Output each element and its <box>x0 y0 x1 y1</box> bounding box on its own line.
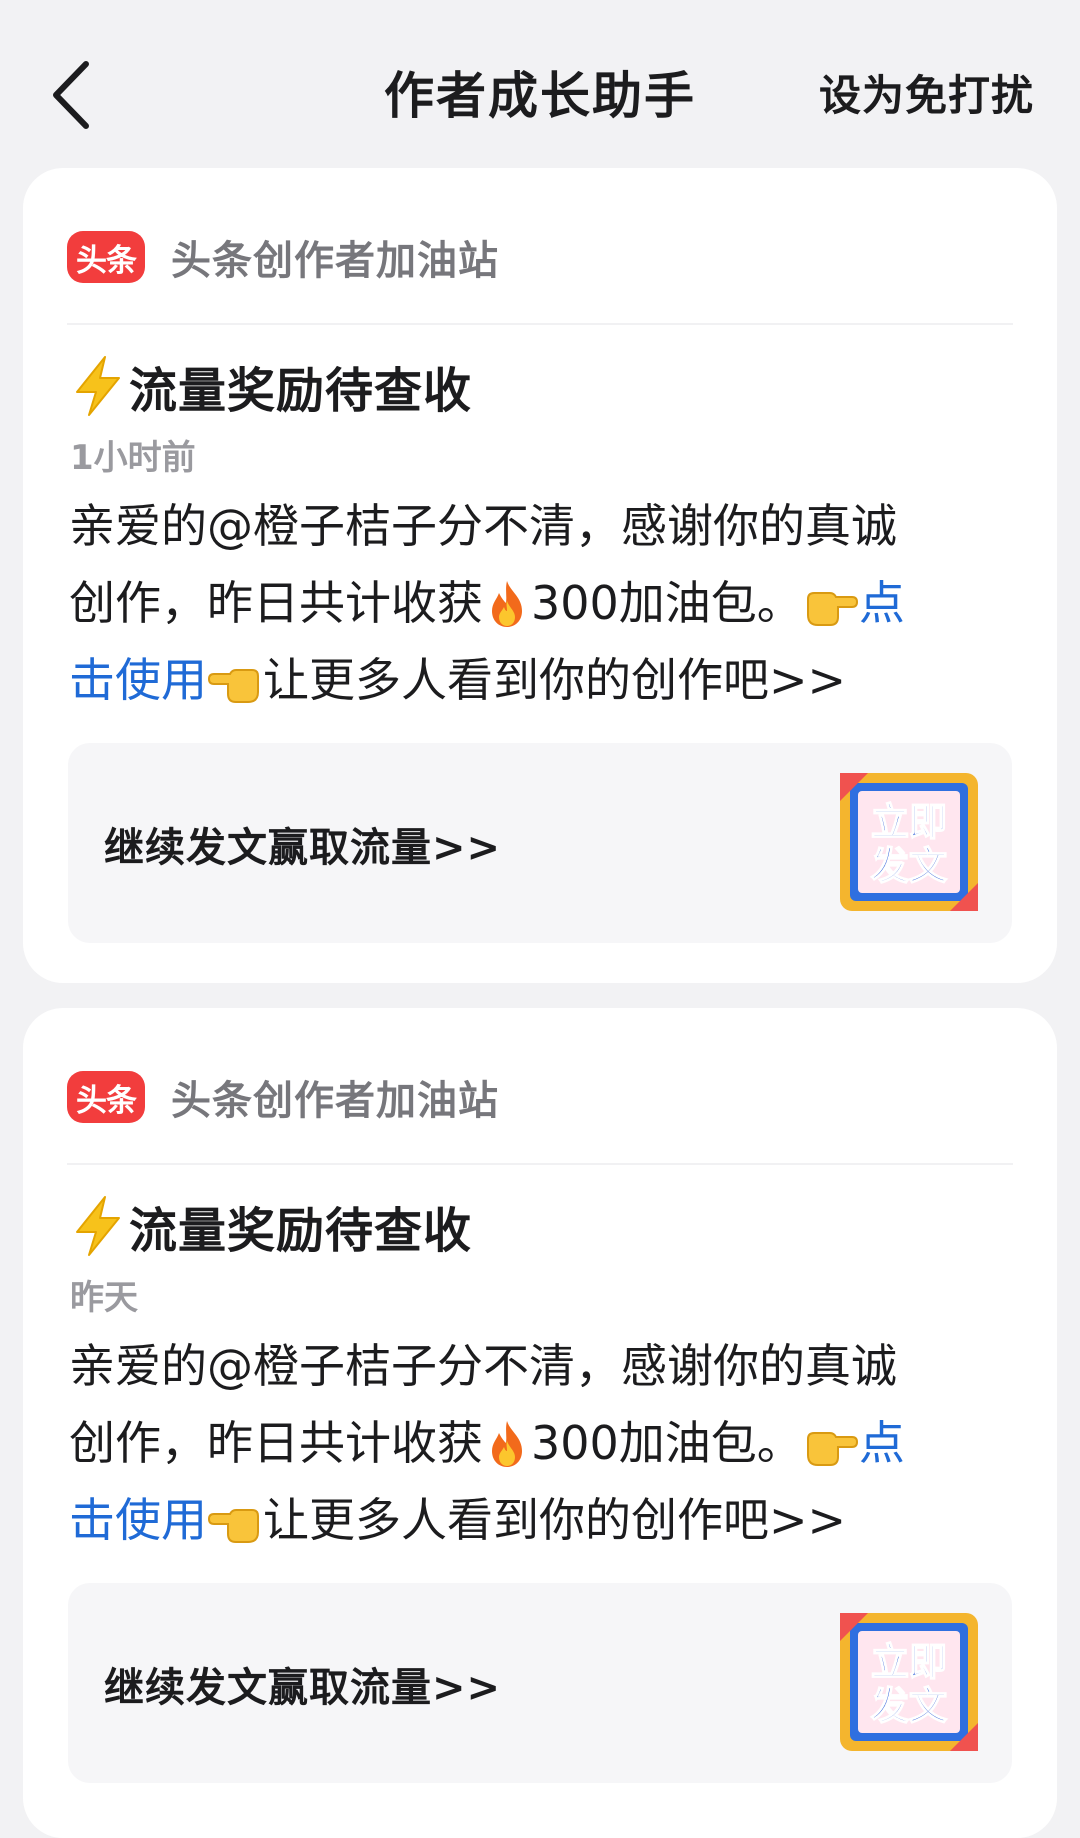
top-bar: 作者成长助手 设为免打扰 <box>0 0 1080 168</box>
source-name: 头条创作者加油站 <box>171 1078 499 1124</box>
message-title: 流量奖励待查收 <box>69 1186 472 1266</box>
body-text: 让更多人看到你的创作吧>> <box>263 1493 847 1547</box>
message-source: 头条 头条创作者加油站 <box>67 228 499 286</box>
fire-icon <box>492 581 522 627</box>
pointing-left-icon <box>208 1509 259 1543</box>
message-title-text: 流量奖励待查收 <box>129 363 473 419</box>
message-timestamp: 昨天 <box>70 1278 138 1318</box>
toutiao-logo-icon: 头条 <box>67 231 145 283</box>
post-now-badge-icon: 立即 发文 <box>840 1613 978 1751</box>
body-line: 击使用 让更多人看到你的创作吧>> <box>69 642 1029 719</box>
body-text: 亲爱的@橙子桔子分不清，感谢你的真诚 <box>69 499 897 553</box>
body-line: 亲爱的@橙子桔子分不清，感谢你的真诚 <box>69 488 1029 565</box>
message-title-text: 流量奖励待查收 <box>129 1203 473 1259</box>
page: 作者成长助手 设为免打扰 头条 头条创作者加油站 流量奖励待查收 1小时前 亲爱… <box>0 0 1080 1838</box>
continue-posting-banner[interactable]: 继续发文赢取流量>> 立即 发文 <box>68 1583 1012 1783</box>
lightning-icon <box>76 356 120 416</box>
use-now-link[interactable]: 击使用 <box>69 1493 207 1547</box>
body-line: 创作，昨日共计收获 300加油包。 点 <box>69 1405 1029 1482</box>
body-line: 击使用 让更多人看到你的创作吧>> <box>69 1482 1029 1559</box>
post-now-badge[interactable]: 立即 发文 <box>838 771 980 913</box>
continue-posting-banner[interactable]: 继续发文赢取流量>> 立即 发文 <box>68 743 1012 943</box>
body-text: 创作，昨日共计收获 <box>69 1416 483 1470</box>
use-now-link[interactable]: 点 <box>859 576 905 630</box>
message-source: 头条 头条创作者加油站 <box>67 1068 499 1126</box>
body-text: 300加油包。 <box>531 1416 803 1470</box>
body-text: 亲爱的@橙子桔子分不清，感谢你的真诚 <box>69 1339 897 1393</box>
lightning-icon <box>76 1196 120 1256</box>
body-text: 让更多人看到你的创作吧>> <box>263 653 847 707</box>
pointing-right-icon <box>806 1432 858 1466</box>
body-line: 亲爱的@橙子桔子分不清，感谢你的真诚 <box>69 1328 1029 1405</box>
message-body: 亲爱的@橙子桔子分不清，感谢你的真诚 创作，昨日共计收获 300加油包。 点 击使用… <box>69 488 1029 719</box>
cta-text: 继续发文赢取流量>> <box>104 825 502 871</box>
badge-text-line1: 立即 <box>871 1642 947 1684</box>
message-card[interactable]: 头条 头条创作者加油站 流量奖励待查收 昨天 亲爱的@橙子桔子分不清，感谢你的真… <box>23 1008 1057 1838</box>
message-card[interactable]: 头条 头条创作者加油站 流量奖励待查收 1小时前 亲爱的@橙子桔子分不清，感谢你… <box>23 168 1057 983</box>
do-not-disturb-button[interactable]: 设为免打扰 <box>819 66 1034 126</box>
post-now-badge[interactable]: 立即 发文 <box>838 1611 980 1753</box>
use-now-link[interactable]: 击使用 <box>69 653 207 707</box>
source-name: 头条创作者加油站 <box>171 238 499 284</box>
divider <box>67 323 1013 325</box>
badge-text-line2: 发文 <box>871 846 947 888</box>
pointing-right-icon <box>806 592 858 626</box>
pointing-left-icon <box>208 669 259 703</box>
toutiao-logo-icon: 头条 <box>67 1071 145 1123</box>
badge-text-line2: 发文 <box>871 1686 947 1728</box>
message-title: 流量奖励待查收 <box>69 346 472 426</box>
divider <box>67 1163 1013 1165</box>
post-now-badge-icon: 立即 发文 <box>840 773 978 911</box>
body-text: 创作，昨日共计收获 <box>69 576 483 630</box>
body-line: 创作，昨日共计收获 300加油包。 点 <box>69 565 1029 642</box>
badge-text-line1: 立即 <box>871 802 947 844</box>
use-now-link[interactable]: 点 <box>859 1416 905 1470</box>
message-timestamp: 1小时前 <box>70 438 196 478</box>
message-body: 亲爱的@橙子桔子分不清，感谢你的真诚 创作，昨日共计收获 300加油包。 点 击使用… <box>69 1328 1029 1559</box>
cta-text: 继续发文赢取流量>> <box>104 1665 502 1711</box>
fire-icon <box>492 1421 522 1467</box>
body-text: 300加油包。 <box>531 576 803 630</box>
